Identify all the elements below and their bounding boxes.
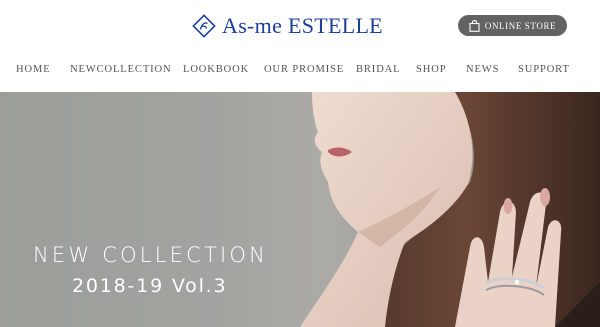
site-header: As-me ESTELLE ONLINE STORE HOME NEWCOLLE… xyxy=(0,0,600,92)
nav-item-shop[interactable]: SHOP xyxy=(416,61,446,79)
hero-title: NEW COLLECTION xyxy=(33,243,268,267)
logo-mark-icon xyxy=(192,14,216,38)
nav-item-home[interactable]: HOME xyxy=(16,61,51,79)
hero-banner[interactable]: NEW COLLECTION 2018-19 Vol.3 xyxy=(0,92,600,327)
hero-subtitle: 2018-19 Vol.3 xyxy=(72,275,228,297)
nav-item-lookbook[interactable]: LOOKBOOK xyxy=(183,61,249,79)
shopping-bag-icon xyxy=(469,19,480,32)
nav-item-news[interactable]: NEWS xyxy=(466,61,499,79)
logo-text: As-me ESTELLE xyxy=(222,13,383,38)
nav-item-newcollection[interactable]: NEWCOLLECTION xyxy=(70,61,172,79)
nav-item-bridal[interactable]: BRIDAL xyxy=(356,61,400,79)
logo-link[interactable]: As-me ESTELLE xyxy=(192,11,383,41)
nav-item-support[interactable]: SUPPORT xyxy=(518,61,570,79)
online-store-label: ONLINE STORE xyxy=(484,20,557,31)
main-nav: HOME NEWCOLLECTION LOOKBOOK OUR PROMISE … xyxy=(0,61,600,79)
online-store-button[interactable]: ONLINE STORE xyxy=(458,15,567,36)
nav-item-our-promise[interactable]: OUR PROMISE xyxy=(264,61,344,79)
